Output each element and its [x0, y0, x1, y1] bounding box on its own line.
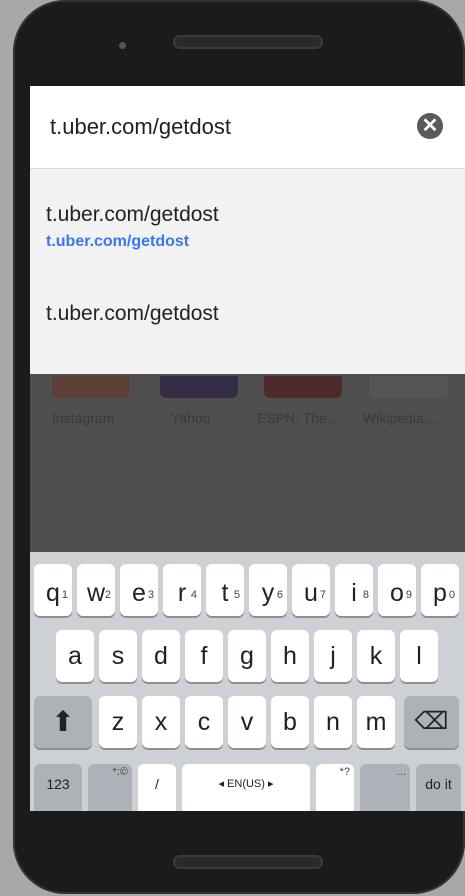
key-v[interactable]: v [228, 696, 266, 748]
key-f[interactable]: f [185, 630, 223, 682]
key-m[interactable]: m [357, 696, 395, 748]
shortcut-icon [160, 376, 238, 398]
shift-key[interactable]: ⬆ [34, 696, 92, 748]
key-j[interactable]: j [314, 630, 352, 682]
numbers-key[interactable]: 123 [34, 764, 82, 811]
key-p[interactable]: 0p [421, 564, 459, 616]
key-d[interactable]: d [142, 630, 180, 682]
key-i[interactable]: 8i [335, 564, 373, 616]
shortcut-label: ESPN: The... [257, 410, 339, 426]
key-b[interactable]: b [271, 696, 309, 748]
suggestion-list: t.uber.com/getdost t.uber.com/getdost t.… [30, 169, 465, 374]
shortcut-icon [264, 376, 342, 398]
shortcut-label: Wikipedia,... [363, 410, 440, 426]
comma-key[interactable]: / [138, 764, 176, 811]
key-s[interactable]: s [99, 630, 137, 682]
key-y[interactable]: 6y [249, 564, 287, 616]
key-u[interactable]: 7u [292, 564, 330, 616]
bottom-speaker [173, 855, 323, 869]
key-w[interactable]: 2w [77, 564, 115, 616]
backspace-key[interactable]: ⌫ [404, 696, 459, 748]
key-o[interactable]: 9o [378, 564, 416, 616]
key-q[interactable]: 1q [34, 564, 72, 616]
language-key[interactable]: ◂ EN(US) ▸ [182, 764, 310, 811]
key-n[interactable]: n [314, 696, 352, 748]
key-l[interactable]: l [400, 630, 438, 682]
punctuation-key[interactable]: *? [316, 764, 354, 811]
keyboard: 1q 2w 3e 4r 5t 6y 7u 8i 9o 0p a s d f g … [30, 552, 465, 811]
suggestion-title: t.uber.com/getdost [46, 203, 219, 226]
key-k[interactable]: k [357, 630, 395, 682]
earpiece-speaker [173, 35, 323, 49]
enter-key[interactable]: do it [416, 764, 461, 811]
shortcut-icon [52, 376, 130, 398]
suggestion-title: t.uber.com/getdost [46, 302, 219, 325]
key-e[interactable]: 3e [120, 564, 158, 616]
key-t[interactable]: 5t [206, 564, 244, 616]
period-key[interactable]: ... [360, 764, 410, 811]
url-bar[interactable]: t.uber.com/getdost ✕ [30, 86, 465, 169]
key-g[interactable]: g [228, 630, 266, 682]
suggestion-url: t.uber.com/getdost [46, 233, 190, 250]
emoji-key[interactable]: *:© [88, 764, 132, 811]
clear-icon[interactable]: ✕ [417, 113, 443, 139]
key-r[interactable]: 4r [163, 564, 201, 616]
url-input[interactable]: t.uber.com/getdost [50, 114, 231, 140]
shortcut-label: Yahoo [171, 410, 211, 426]
key-h[interactable]: h [271, 630, 309, 682]
shortcut-label: Instagram [52, 410, 115, 426]
screen: t.uber.com/getdost ✕ t.uber.com/getdost … [30, 86, 465, 811]
key-z[interactable]: z [99, 696, 137, 748]
dim-overlay [30, 374, 465, 552]
front-camera [119, 42, 126, 49]
key-x[interactable]: x [142, 696, 180, 748]
key-a[interactable]: a [56, 630, 94, 682]
shortcut-icon [370, 376, 448, 398]
key-c[interactable]: c [185, 696, 223, 748]
